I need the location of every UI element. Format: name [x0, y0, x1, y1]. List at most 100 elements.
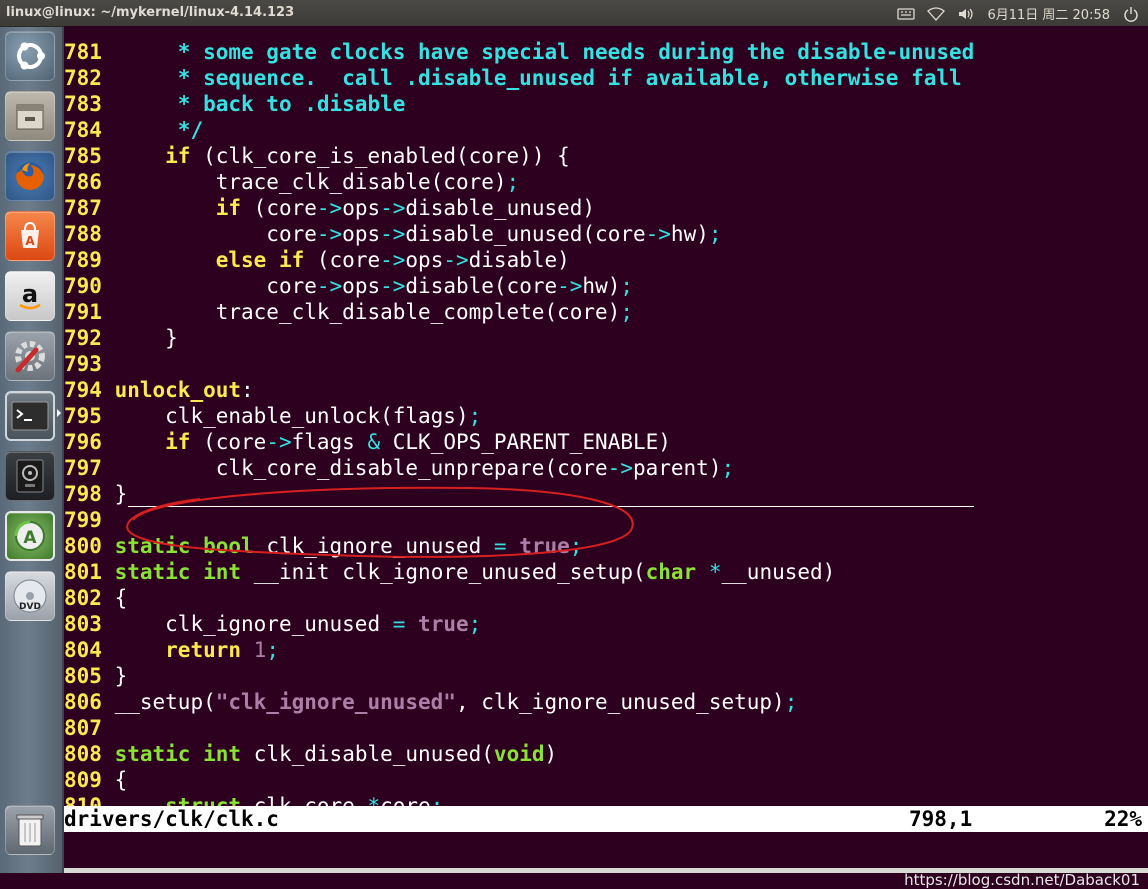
code-line[interactable]: 783 * back to .disable	[64, 91, 974, 117]
code-line[interactable]: 782 * sequence. call .disable_unused if …	[64, 65, 974, 91]
code-line[interactable]: 808 static int clk_disable_unused(void)	[64, 741, 974, 767]
amazon-button[interactable]: a	[5, 271, 55, 321]
line-number: 807	[64, 716, 102, 740]
code-line[interactable]: 789 else if (core->ops->disable)	[64, 247, 974, 273]
terminal-button[interactable]	[5, 391, 55, 441]
code-token: clk_ignore_unused	[253, 534, 494, 558]
code-token: (clk_core_is_enabled(core)) {	[190, 144, 570, 168]
terminal-icon	[11, 401, 49, 431]
code-token: * some gate clocks have special needs du…	[101, 40, 975, 64]
code-token: clk_ignore_unused	[101, 612, 393, 636]
code-token: clk_disable_unused(	[241, 742, 494, 766]
svg-text:A: A	[25, 234, 35, 248]
code-token: bool	[203, 534, 254, 558]
code-line[interactable]: 794 unlock_out:	[64, 377, 974, 403]
code-token: core	[101, 222, 317, 246]
code-token: ;	[708, 222, 722, 246]
line-number: 783	[64, 92, 102, 116]
code-token: ->	[266, 430, 292, 454]
code-line[interactable]: 798 }	[64, 481, 975, 507]
watermark: https://blog.csdn.net/Daback01	[904, 871, 1140, 889]
code-token: if	[165, 430, 191, 454]
code-token: ;	[721, 456, 735, 480]
trash-icon	[16, 814, 44, 847]
code-line[interactable]: 784 */	[64, 117, 974, 143]
code-view[interactable]: 781 * some gate clocks have special need…	[64, 39, 975, 819]
code-line[interactable]: 809 {	[64, 767, 974, 793]
code-line[interactable]: 795 clk_enable_unlock(flags);	[64, 403, 974, 429]
code-line[interactable]: 791 trace_clk_disable_complete(core);	[64, 299, 974, 325]
code-line[interactable]: 799	[64, 507, 974, 533]
software-center-button[interactable]: A	[5, 211, 55, 261]
code-line[interactable]: 788 core->ops->disable_unused(core->hw);	[64, 221, 974, 247]
code-token: if	[165, 144, 191, 168]
software-updater-button[interactable]: A	[5, 511, 55, 561]
code-token: (core	[304, 248, 381, 272]
system-settings-button[interactable]	[5, 331, 55, 381]
code-token: disable_unused)	[405, 196, 596, 220]
code-line[interactable]: 801 static int __init clk_ignore_unused_…	[64, 559, 974, 585]
code-line[interactable]: 781 * some gate clocks have special need…	[64, 39, 974, 65]
code-token: ops	[342, 222, 381, 246]
code-line[interactable]: 800 static bool clk_ignore_unused = true…	[64, 533, 974, 559]
line-number: 798	[64, 482, 102, 506]
code-line[interactable]: 807	[64, 715, 974, 741]
svg-text:DVD: DVD	[19, 602, 41, 612]
code-line[interactable]: 792 }	[64, 325, 974, 351]
code-line[interactable]: 793	[64, 351, 974, 377]
code-line[interactable]: 790 core->ops->disable(core->hw);	[64, 273, 974, 299]
trash-button[interactable]	[5, 805, 55, 855]
active-window-indicator	[57, 409, 61, 417]
firefox-icon	[16, 162, 44, 190]
ubuntu-dash-button[interactable]	[5, 31, 55, 81]
power-icon[interactable]	[1122, 6, 1140, 22]
code-line[interactable]: 804 return 1;	[64, 637, 974, 663]
code-token: unlock_out	[114, 378, 242, 402]
code-line[interactable]: 796 if (core->flags & CLK_OPS_PARENT_ENA…	[64, 429, 974, 455]
code-token: =	[392, 612, 406, 636]
code-line[interactable]: 797 clk_core_disable_unprepare(core->par…	[64, 455, 974, 481]
code-token: int	[203, 560, 242, 584]
code-token: ;	[620, 274, 634, 298]
code-token: hw)	[582, 274, 621, 298]
code-token: * back to .disable	[101, 92, 406, 116]
code-token: ;	[468, 404, 482, 428]
code-token: ->	[645, 222, 671, 246]
keyboard-icon[interactable]	[897, 6, 916, 22]
code-token: __unused)	[721, 560, 836, 584]
line-number: 796	[64, 430, 102, 454]
dvd-button[interactable]: DVD	[5, 571, 55, 621]
code-line[interactable]: 806 __setup("clk_ignore_unused", clk_ign…	[64, 689, 974, 715]
code-token: static	[114, 560, 191, 584]
code-line[interactable]: 802 {	[64, 585, 974, 611]
code-token: int	[203, 742, 242, 766]
cursor-line-underline	[128, 506, 975, 507]
line-number: 804	[64, 638, 102, 662]
code-line[interactable]: 803 clk_ignore_unused = true;	[64, 611, 974, 637]
code-token: "clk_ignore_unused"	[215, 690, 456, 714]
terminal-window[interactable]: 781 * some gate clocks have special need…	[64, 26, 1148, 889]
code-line[interactable]: 805 }	[64, 663, 974, 689]
code-token: }	[101, 482, 128, 506]
code-line[interactable]: 787 if (core->ops->disable_unused)	[64, 195, 974, 221]
firefox-button[interactable]	[5, 151, 55, 201]
disk-button[interactable]	[5, 451, 55, 501]
code-line[interactable]: 785 if (clk_core_is_enabled(core)) {	[64, 143, 974, 169]
wifi-icon[interactable]	[927, 6, 946, 22]
code-token: disable_unused(core	[405, 222, 646, 246]
code-token: ->	[607, 456, 633, 480]
code-token: ->	[316, 274, 343, 298]
code-line[interactable]: 786 trace_clk_disable(core);	[64, 169, 974, 195]
line-number: 801	[64, 560, 102, 584]
volume-icon[interactable]	[957, 6, 975, 22]
file-manager-button[interactable]	[5, 91, 55, 141]
clock[interactable]: 6月11日 周二 20:58	[987, 4, 1110, 23]
code-token: __init clk_ignore_unused_setup(	[241, 560, 646, 584]
line-number: 789	[64, 248, 102, 272]
